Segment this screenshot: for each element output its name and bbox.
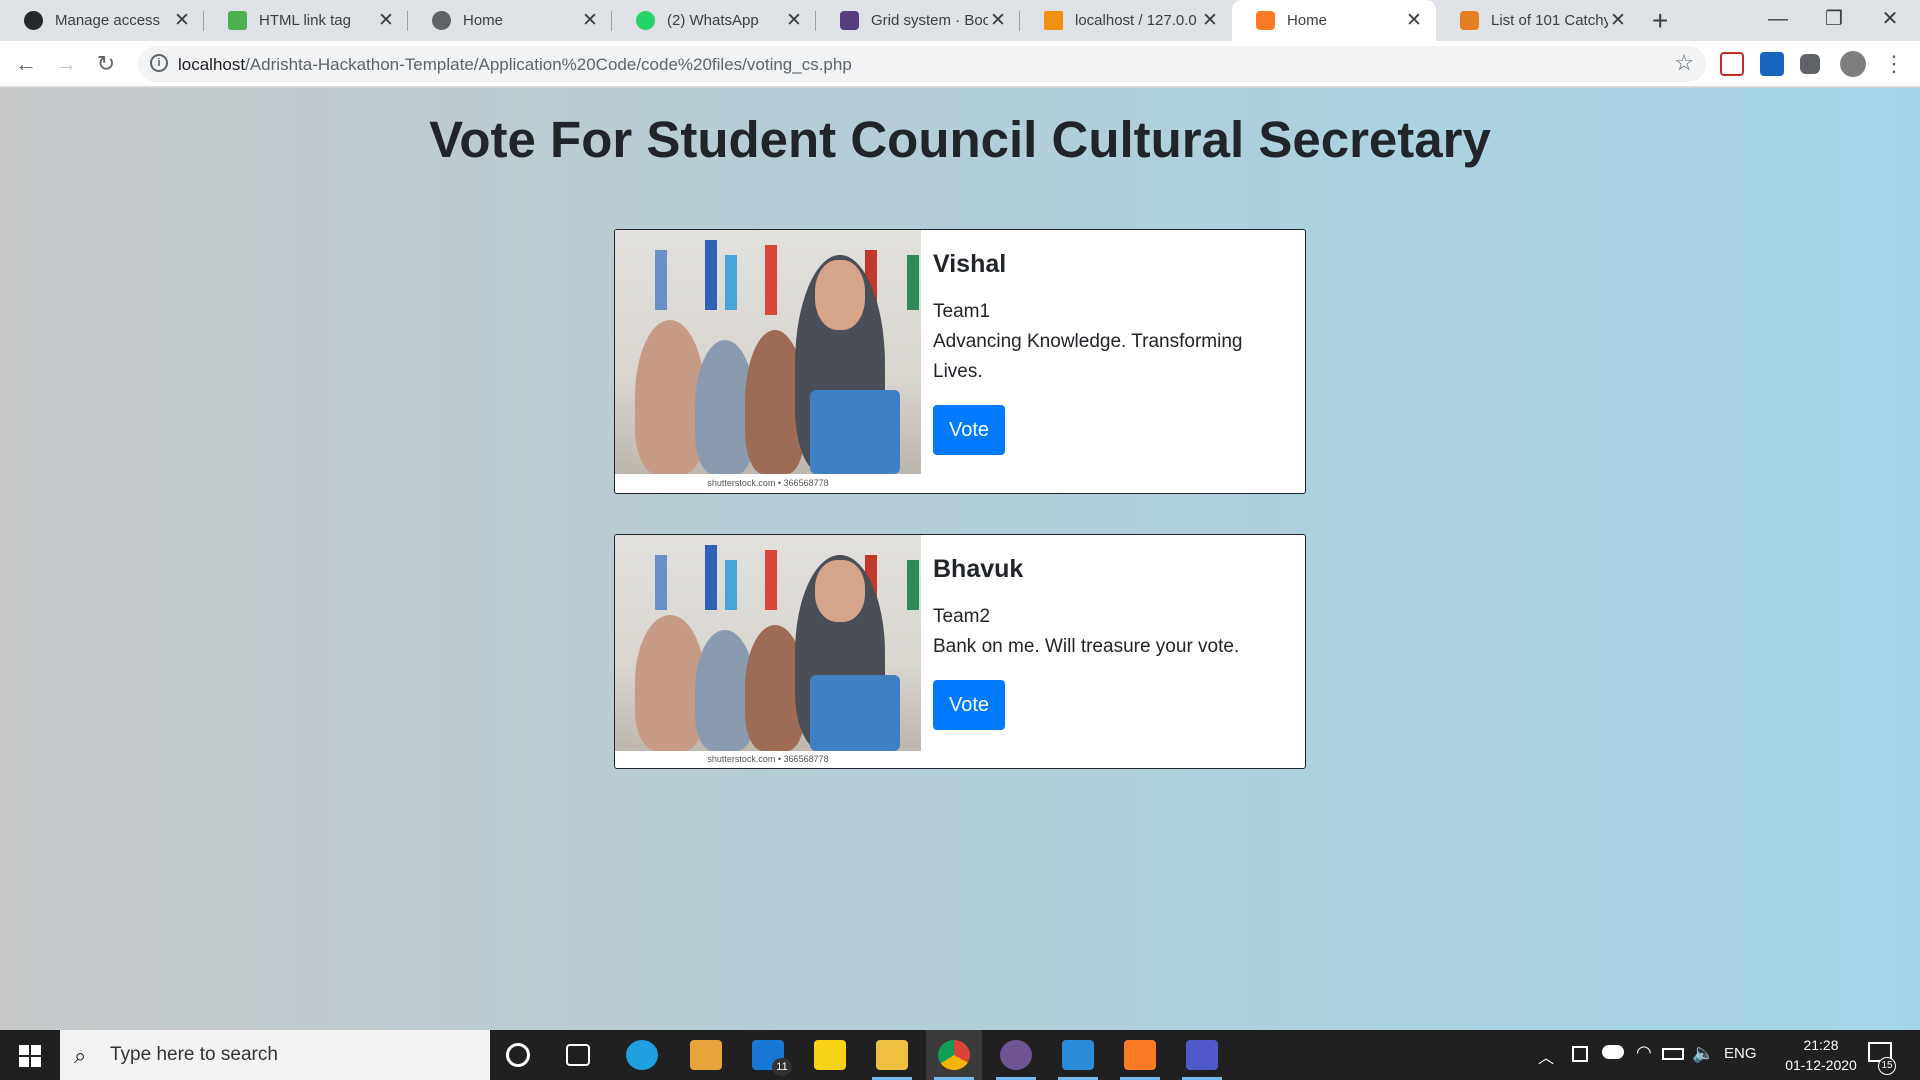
browser-tab-strip: Manage access ✕ HTML link tag ✕ Home ✕ (… [0, 0, 1920, 41]
candidate-name: Vishal [933, 250, 1007, 278]
meet-now-icon[interactable] [1572, 1046, 1588, 1062]
phpmyadmin-icon [1044, 11, 1063, 30]
close-icon[interactable]: ✕ [172, 9, 192, 32]
battery-icon[interactable] [1662, 1048, 1684, 1060]
mail-badge: 11 [772, 1058, 792, 1076]
vote-button[interactable]: Vote [933, 405, 1006, 455]
candidate-team: Team1 [933, 301, 991, 322]
tab-title: List of 101 Catchy [1491, 12, 1608, 29]
candidate-photo [615, 535, 921, 751]
url-path: /Adrishta-Hackathon-Template/Application… [245, 55, 852, 74]
clock-time: 21:28 [1803, 1037, 1839, 1053]
chrome-icon[interactable] [938, 1040, 970, 1070]
bootstrap-icon [840, 11, 859, 30]
profile-avatar[interactable] [1840, 51, 1866, 77]
close-icon[interactable]: ✕ [376, 9, 396, 32]
candidate-card: shutterstock.com • 366568778 Bhavuk Team… [614, 534, 1306, 769]
address-bar[interactable]: i localhost/Adrishta-Hackathon-Template/… [138, 46, 1706, 82]
tab-home-active[interactable]: Home ✕ [1232, 0, 1436, 41]
wifi-icon[interactable]: ◠ [1636, 1042, 1652, 1080]
volume-icon[interactable]: 🔈 [1692, 1043, 1714, 1080]
page-title: Vote For Student Council Cultural Secret… [429, 111, 1491, 168]
reload-button[interactable]: ↻ [90, 48, 122, 80]
candidate-motto: Advancing Knowledge. Transforming Lives. [933, 331, 1243, 382]
sticky-notes-icon[interactable] [814, 1040, 846, 1070]
tab-title: Home [463, 12, 504, 29]
teams-icon[interactable] [1186, 1040, 1218, 1070]
browser-toolbar: ← → ↻ i localhost/Adrishta-Hackathon-Tem… [0, 41, 1920, 87]
search-icon: ⌕ [74, 1043, 87, 1068]
close-icon[interactable]: ✕ [1608, 9, 1628, 32]
w3schools-icon [228, 11, 247, 30]
tab-title: Home [1287, 12, 1328, 29]
info-icon[interactable]: i [150, 54, 168, 72]
candidate-card: shutterstock.com • 366568778 Vishal Team… [614, 229, 1306, 494]
tab-title: Grid system · Boot [871, 12, 988, 29]
taskbar-search-box[interactable]: ⌕ Type here to search [60, 1030, 490, 1080]
close-icon[interactable]: ✕ [988, 9, 1008, 32]
taskbar-clock[interactable]: 21:28 01-12-2020 [1776, 1035, 1866, 1075]
search-placeholder: Type here to search [110, 1044, 278, 1065]
pocket-extension-icon[interactable] [1720, 52, 1744, 76]
candidate-info: Bhavuk Team2 Bank on me. Will treasure y… [933, 555, 1293, 730]
close-icon[interactable]: ✕ [1404, 9, 1424, 32]
github-icon [24, 11, 43, 30]
file-explorer-icon[interactable] [876, 1040, 908, 1070]
vote-button[interactable]: Vote [933, 680, 1006, 730]
edge-icon[interactable] [626, 1040, 658, 1070]
task-view-icon[interactable] [566, 1044, 590, 1066]
tab-title: localhost / 127.0.0 [1075, 12, 1197, 29]
language-indicator[interactable]: ENG [1724, 1045, 1757, 1080]
back-button[interactable]: ← [10, 48, 42, 80]
minimize-button[interactable]: — [1750, 0, 1806, 41]
tab-catchy-list[interactable]: List of 101 Catchy ✕ [1436, 0, 1640, 41]
tab-whatsapp[interactable]: (2) WhatsApp ✕ [612, 0, 816, 41]
candidate-info: Vishal Team1 Advancing Knowledge. Transf… [933, 250, 1293, 455]
new-tab-button[interactable]: + [1652, 5, 1668, 37]
image-credit: shutterstock.com • 366568778 [707, 754, 829, 764]
cortana-icon[interactable] [506, 1043, 530, 1067]
tab-html-link-tag[interactable]: HTML link tag ✕ [204, 0, 408, 41]
vscode-icon[interactable] [1062, 1040, 1094, 1070]
globe-icon [432, 11, 451, 30]
image-credit: shutterstock.com • 366568778 [707, 478, 829, 488]
notifications-badge: 15 [1878, 1057, 1896, 1075]
close-icon[interactable]: ✕ [1200, 9, 1220, 32]
windows-taskbar: ⌕ Type here to search 11 ︿ ◠ 🔈 ENG 21:28… [0, 1030, 1920, 1080]
close-icon[interactable]: ✕ [580, 9, 600, 32]
candidate-team: Team2 [933, 606, 991, 627]
page-content: Vote For Student Council Cultural Secret… [0, 88, 1920, 1030]
news-extension-icon[interactable] [1760, 52, 1784, 76]
xampp-icon [1256, 11, 1275, 30]
windows-start-button[interactable] [0, 1030, 58, 1080]
tab-title: (2) WhatsApp [667, 12, 759, 29]
tab-grid-system[interactable]: Grid system · Boot ✕ [816, 0, 1020, 41]
tab-phpmyadmin[interactable]: localhost / 127.0.0 ✕ [1020, 0, 1232, 41]
window-close-button[interactable]: ✕ [1862, 0, 1918, 41]
show-hidden-icons-chevron-icon[interactable]: ︿ [1538, 1044, 1554, 1080]
store-icon[interactable] [690, 1040, 722, 1070]
candidate-name: Bhavuk [933, 555, 1024, 583]
bookmark-star-icon[interactable]: ☆ [1674, 50, 1694, 76]
xampp-icon[interactable] [1124, 1040, 1156, 1070]
tab-manage-access[interactable]: Manage access ✕ [0, 0, 204, 41]
extensions-puzzle-icon[interactable] [1800, 54, 1820, 74]
url-text: localhost/Adrishta-Hackathon-Template/Ap… [178, 55, 852, 75]
github-desktop-icon[interactable] [1000, 1040, 1032, 1070]
candidate-motto: Bank on me. Will treasure your vote. [933, 636, 1240, 657]
more-menu-icon[interactable]: ⋮ [1878, 48, 1910, 80]
tab-home[interactable]: Home ✕ [408, 0, 612, 41]
tab-title: Manage access [55, 12, 161, 29]
candidate-photo [615, 230, 921, 474]
url-host: localhost [178, 55, 246, 74]
forward-button[interactable]: → [50, 48, 82, 80]
restore-button[interactable]: ❐ [1806, 0, 1862, 41]
close-icon[interactable]: ✕ [784, 9, 804, 32]
tab-title: HTML link tag [259, 12, 351, 29]
clock-date: 01-12-2020 [1785, 1057, 1857, 1073]
whatsapp-icon [636, 11, 655, 30]
onedrive-icon[interactable] [1602, 1045, 1624, 1059]
blogger-icon [1460, 11, 1479, 30]
